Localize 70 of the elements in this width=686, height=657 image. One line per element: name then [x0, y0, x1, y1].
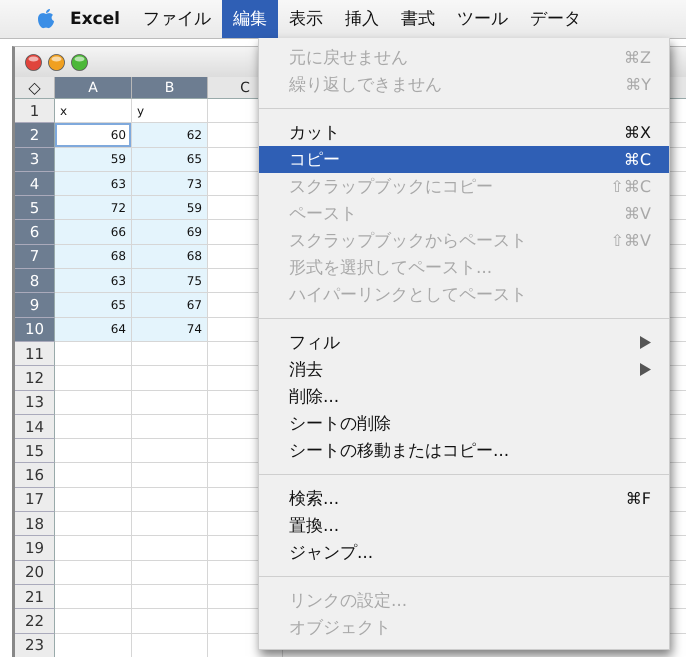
table-cell: 72	[55, 196, 132, 220]
table-cell: 75	[132, 269, 208, 294]
table-cell: 65	[55, 293, 132, 318]
select-all-button[interactable]: ◇	[15, 77, 55, 99]
table-cell: 69	[132, 220, 208, 245]
menu-item[interactable]: コピー ⌘C	[259, 146, 669, 173]
row-header[interactable]: 20	[15, 560, 55, 585]
menu-item[interactable]: シートの移動またはコピー...	[259, 437, 669, 464]
menu-item[interactable]: シートの削除	[259, 410, 669, 437]
submenu-arrow-icon	[640, 363, 651, 376]
row-header[interactable]: 13	[15, 390, 55, 415]
row-header[interactable]: 6	[15, 220, 55, 245]
table-cell: 64	[55, 318, 132, 342]
row-header[interactable]: 14	[15, 414, 55, 440]
menu-item[interactable]: フィル	[259, 329, 669, 356]
table-cell: 60	[55, 123, 132, 148]
row-header[interactable]: 4	[15, 172, 55, 196]
row-header[interactable]: 19	[15, 536, 55, 561]
menu-item[interactable]: 消去	[259, 356, 669, 383]
apple-logo-icon[interactable]	[36, 8, 56, 30]
menu-item[interactable]: 置換...	[259, 512, 669, 539]
row-header[interactable]: 12	[15, 366, 55, 391]
row-header[interactable]: 8	[15, 269, 55, 294]
row-header[interactable]: 15	[15, 439, 55, 464]
menu-title[interactable]: 挿入	[334, 0, 390, 38]
zoom-button[interactable]	[71, 54, 88, 70]
submenu-arrow-icon	[640, 336, 651, 349]
table-cell: 62	[132, 123, 208, 148]
row-header[interactable]: 17	[15, 488, 55, 512]
menu-item[interactable]: カット ⌘X	[259, 119, 669, 146]
minimize-button[interactable]	[48, 54, 65, 70]
row-header[interactable]: 3	[15, 148, 55, 172]
row-header[interactable]: 5	[15, 196, 55, 220]
row-header[interactable]: 11	[15, 342, 55, 366]
app-menu[interactable]: Excel	[56, 0, 132, 38]
row-header[interactable]: 1	[15, 99, 55, 124]
row-header[interactable]: 16	[15, 463, 55, 488]
row-header[interactable]: 21	[15, 584, 55, 610]
row-header[interactable]: 22	[15, 609, 55, 634]
table-cell: 59	[55, 148, 132, 172]
menu-item[interactable]: ジャンプ...	[259, 539, 669, 566]
table-cell: 74	[132, 318, 208, 342]
table-cell: 68	[55, 244, 132, 270]
row-header[interactable]: 10	[15, 318, 55, 342]
row-header[interactable]: 9	[15, 293, 55, 318]
row-header[interactable]: 18	[15, 512, 55, 536]
row-header[interactable]: 7	[15, 244, 55, 270]
table-cell: 68	[132, 244, 208, 270]
table-cell: 59	[132, 196, 208, 220]
table-cell: x	[55, 99, 132, 124]
menu-item[interactable]: 検索... ⌘F	[259, 485, 669, 512]
table-cell: y	[132, 99, 208, 124]
row-header[interactable]: 2	[15, 123, 55, 148]
table-cell: 65	[132, 148, 208, 172]
menu-title[interactable]: 編集	[222, 0, 278, 38]
column-header[interactable]: B	[132, 77, 208, 99]
menu-title[interactable]: ファイル	[132, 0, 222, 38]
row-header[interactable]: 23	[15, 634, 55, 657]
table-cell: 63	[55, 269, 132, 294]
menu-title[interactable]: 表示	[278, 0, 334, 38]
table-cell: 73	[132, 172, 208, 196]
table-cell: 63	[55, 172, 132, 196]
table-cell: 66	[55, 220, 132, 245]
column-header[interactable]: A	[55, 77, 132, 99]
menu-title[interactable]: データ	[519, 0, 592, 38]
menu-title[interactable]: 書式	[390, 0, 446, 38]
menu-item[interactable]: 削除...	[259, 383, 669, 410]
close-button[interactable]	[25, 54, 42, 70]
table-cell: 67	[132, 293, 208, 318]
menu-title[interactable]: ツール	[446, 0, 520, 38]
